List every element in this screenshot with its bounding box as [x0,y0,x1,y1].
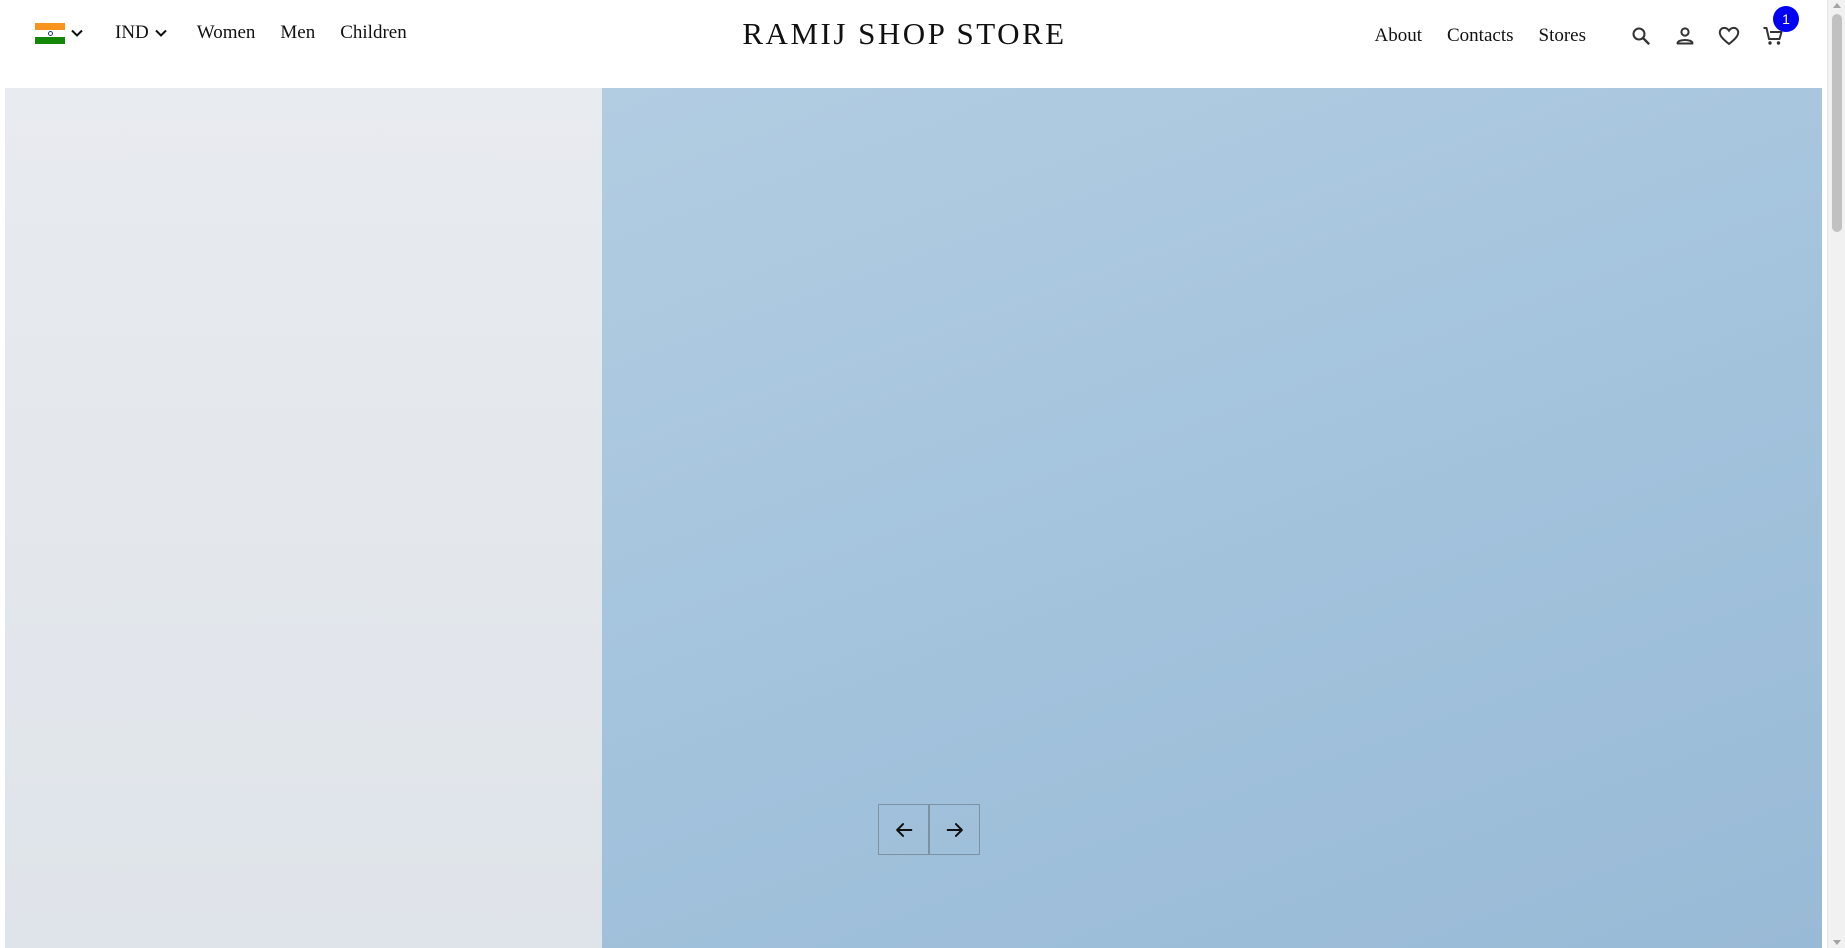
hero-photo [5,88,602,948]
nav-link-stores[interactable]: Stores [1539,25,1587,47]
carousel-controls [878,804,980,855]
page-scrollbar[interactable] [1827,0,1845,948]
account-button[interactable] [1671,22,1699,50]
nav-right-group: About Contacts Stores 1 [1375,6,1799,50]
heart-icon [1718,26,1740,46]
cart-button[interactable]: 1 [1759,6,1799,50]
wishlist-button[interactable] [1715,22,1743,50]
nav-link-contacts[interactable]: Contacts [1447,25,1514,47]
top-navbar: IND Women Men Children RAMIJ SHOP STORE … [0,0,1827,88]
scrollbar-thumb[interactable] [1832,14,1842,232]
hero-banner [5,88,1822,948]
arrow-right-icon [946,822,963,837]
search-icon [1632,27,1650,45]
hero-background [602,88,1822,948]
arrow-left-icon [895,822,912,837]
next-slide-button[interactable] [929,804,980,855]
cart-count-badge: 1 [1773,6,1799,32]
search-button[interactable] [1627,22,1655,50]
brand-title[interactable]: RAMIJ SHOP STORE [742,16,1066,51]
nav-link-about[interactable]: About [1375,25,1423,47]
prev-slide-button[interactable] [878,804,929,855]
user-icon [1676,27,1694,45]
scroll-up-icon[interactable] [1833,3,1841,8]
scroll-down-icon[interactable] [1833,940,1841,945]
